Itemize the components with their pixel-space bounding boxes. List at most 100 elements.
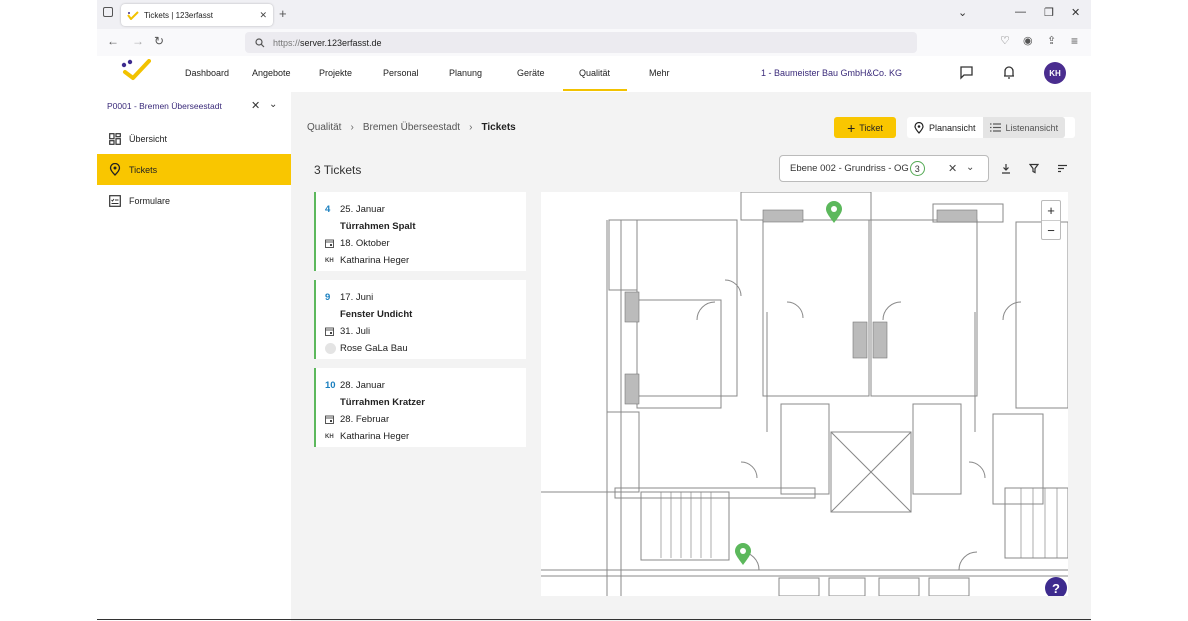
browser-tab[interactable]: Tickets | 123erfasst ✕: [121, 4, 273, 26]
ticket-assignee: Katharina Heger: [340, 255, 410, 266]
back-icon[interactable]: ←: [107, 34, 119, 48]
zoom-control: + −: [1041, 200, 1061, 240]
sort-icon[interactable]: [1057, 163, 1068, 174]
ticket-marker-icon[interactable]: [825, 200, 843, 224]
tab-list-icon[interactable]: [103, 7, 113, 17]
breadcrumb-qualitaet[interactable]: Qualität: [307, 122, 341, 133]
location-pin-icon: [914, 121, 924, 134]
nav-personal[interactable]: Personal: [383, 68, 419, 78]
assignee-avatar: [325, 343, 336, 354]
new-tab-icon[interactable]: +: [279, 6, 287, 21]
floor-plan-map[interactable]: + − ?: [541, 192, 1068, 596]
main-content: Qualität › Bremen Überseestadt › Tickets + T…: [291, 92, 1091, 621]
logo-icon[interactable]: [121, 59, 151, 81]
breadcrumb-separator-icon: ›: [350, 122, 354, 133]
url-host: server.123erfasst.de: [300, 37, 382, 48]
add-ticket-label: Ticket: [859, 122, 883, 133]
list-view-label: Listenansicht: [1005, 122, 1059, 133]
calendar-icon: [325, 327, 334, 336]
nav-active-indicator: [563, 89, 627, 91]
ticket-number: 4: [325, 204, 331, 215]
view-toggle: Planansicht Listenansicht: [907, 117, 1075, 138]
ticket-created: 17. Juni: [340, 292, 374, 303]
assignee-initials: KH: [325, 433, 334, 440]
ticket-card[interactable]: 10 28. Januar Türrahmen Kratzer 28. Febru…: [314, 368, 526, 447]
minimize-icon[interactable]: —: [1015, 6, 1026, 18]
nav-angebote[interactable]: Angebote: [252, 68, 291, 78]
plus-icon: +: [847, 119, 856, 136]
nav-qualitaet[interactable]: Qualität: [579, 68, 610, 78]
nav-dashboard[interactable]: Dashboard: [185, 68, 229, 78]
menu-icon[interactable]: ≡: [1071, 34, 1078, 48]
forward-icon[interactable]: →: [132, 34, 144, 48]
project-expand-icon[interactable]: ⌄: [269, 99, 277, 110]
dashboard-icon: [109, 132, 121, 145]
ticket-due: 31. Juli: [340, 326, 371, 337]
ticket-title: Fenster Undicht: [340, 309, 413, 320]
ticket-assignee: Rose GaLa Bau: [340, 343, 408, 354]
sidebar-item-uebersicht[interactable]: Übersicht: [97, 123, 291, 154]
reload-icon[interactable]: ↻: [154, 34, 164, 48]
nav-mehr[interactable]: Mehr: [649, 68, 670, 78]
pin-icon: [109, 163, 121, 176]
pocket-icon[interactable]: ♡: [1000, 34, 1010, 47]
ticket-marker-icon[interactable]: [734, 542, 752, 566]
search-icon: [255, 37, 265, 47]
browser-navbar: ← → ↻ https://server.123erfasst.de ♡ ◉ ⇪…: [97, 29, 1091, 56]
ticket-count: 3 Tickets: [314, 163, 362, 177]
ticket-number: 9: [325, 292, 331, 303]
app-header: Dashboard Angebote Projekte Personal Pla…: [97, 56, 1091, 92]
company-selector[interactable]: 1 - Baumeister Bau GmbH&Co. KG: [761, 68, 902, 78]
ticket-count-badge: 3: [909, 161, 925, 176]
project-close-icon[interactable]: ✕: [251, 99, 260, 112]
account-icon[interactable]: ◉: [1023, 34, 1033, 47]
sidebar-item-label: Formulare: [129, 195, 171, 206]
project-title: P0001 - Bremen Überseestadt: [107, 101, 222, 111]
form-icon: [109, 194, 121, 207]
list-icon: [989, 123, 1001, 132]
list-view-button[interactable]: Listenansicht: [982, 117, 1066, 138]
sidebar-item-tickets[interactable]: Tickets: [97, 154, 291, 185]
tabs-dropdown-icon[interactable]: ⌄: [958, 6, 967, 19]
download-icon[interactable]: [1001, 163, 1011, 174]
tab-close-icon[interactable]: ✕: [259, 10, 267, 21]
extensions-icon[interactable]: ⇪: [1047, 34, 1056, 47]
plan-view-button[interactable]: Planansicht: [907, 117, 983, 138]
ticket-assignee: Katharina Heger: [340, 431, 410, 442]
bottom-divider: [97, 619, 1091, 620]
sidebar-item-formulare[interactable]: Formulare: [97, 185, 291, 216]
zoom-in-button[interactable]: +: [1042, 201, 1060, 221]
ticket-number: 10: [325, 380, 336, 391]
calendar-icon: [325, 239, 334, 248]
breadcrumb-project[interactable]: Bremen Überseestadt: [363, 122, 460, 133]
close-window-icon[interactable]: ✕: [1071, 6, 1080, 19]
chevron-down-icon[interactable]: ⌄: [966, 162, 974, 173]
url-bar[interactable]: https://server.123erfasst.de: [245, 32, 917, 53]
app-favicon-icon: [127, 10, 139, 20]
url-scheme: https://: [273, 37, 301, 48]
tab-title: Tickets | 123erfasst: [144, 10, 213, 20]
filter-icon[interactable]: [1029, 163, 1039, 174]
ticket-card[interactable]: 4 25. Januar Türrahmen Spalt 18. Oktober …: [314, 192, 526, 271]
chat-icon[interactable]: [959, 65, 974, 80]
ticket-due: 18. Oktober: [340, 238, 390, 249]
nav-projekte[interactable]: Projekte: [319, 68, 352, 78]
floor-plan-select[interactable]: Ebene 002 - Grundriss - OG 3 ✕ ⌄: [779, 155, 989, 182]
zoom-out-button[interactable]: −: [1042, 221, 1060, 240]
sidebar-item-label: Tickets: [129, 164, 158, 175]
add-ticket-button[interactable]: + Ticket: [834, 117, 896, 138]
user-avatar[interactable]: KH: [1044, 62, 1066, 84]
nav-geraete[interactable]: Geräte: [517, 68, 545, 78]
clear-filter-icon[interactable]: ✕: [948, 162, 957, 175]
plan-view-label: Planansicht: [929, 122, 976, 133]
nav-planung[interactable]: Planung: [449, 68, 482, 78]
ticket-title: Türrahmen Spalt: [340, 221, 416, 232]
sidebar-item-label: Übersicht: [129, 133, 168, 144]
calendar-icon: [325, 415, 334, 424]
browser-window: Tickets | 123erfasst ✕ + ⌄ — ❐ ✕ ← → ↻ h…: [97, 0, 1091, 621]
ticket-card[interactable]: 9 17. Juni Fenster Undicht 31. Juli Rose …: [314, 280, 526, 359]
ticket-title: Türrahmen Kratzer: [340, 397, 425, 408]
restore-icon[interactable]: ❐: [1044, 6, 1054, 19]
bell-icon[interactable]: [1002, 65, 1016, 80]
help-button[interactable]: ?: [1045, 577, 1067, 596]
